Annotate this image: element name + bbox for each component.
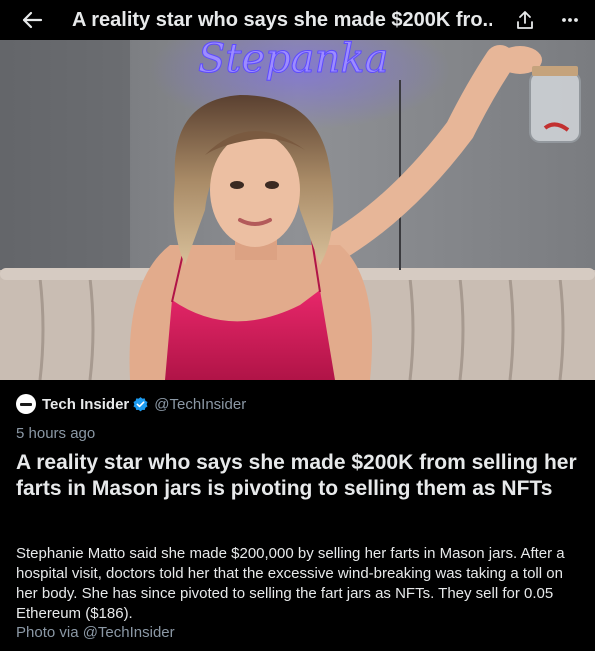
back-arrow-icon bbox=[22, 11, 43, 29]
more-icon bbox=[562, 18, 578, 22]
back-button[interactable] bbox=[14, 2, 50, 38]
avatar[interactable] bbox=[16, 394, 36, 414]
page-title: A reality star who says she made $200K f… bbox=[72, 8, 492, 31]
author-name[interactable]: Tech Insider bbox=[42, 396, 129, 413]
author-row[interactable]: Tech Insider @TechInsider bbox=[16, 394, 246, 414]
timestamp: 5 hours ago bbox=[16, 425, 96, 442]
article-photo[interactable]: Stepanka bbox=[0, 40, 595, 380]
author-handle[interactable]: @TechInsider bbox=[154, 396, 246, 413]
share-button[interactable] bbox=[509, 4, 541, 36]
top-bar: A reality star who says she made $200K f… bbox=[0, 0, 595, 40]
article-headline[interactable]: A reality star who says she made $200K f… bbox=[16, 450, 581, 502]
article-photo-image: Stepanka bbox=[0, 40, 595, 380]
photo-credit: Photo via @TechInsider bbox=[16, 624, 175, 641]
article-body: Stephanie Matto said she made $200,000 b… bbox=[16, 545, 565, 622]
more-button[interactable] bbox=[554, 4, 586, 36]
article-card[interactable]: Tech Insider @TechInsider 5 hours ago A … bbox=[0, 380, 595, 651]
verified-badge-icon bbox=[133, 396, 148, 411]
share-icon bbox=[517, 11, 533, 29]
tech-insider-logo-icon bbox=[20, 402, 32, 406]
neon-sign-text: Stepanka bbox=[198, 40, 388, 82]
